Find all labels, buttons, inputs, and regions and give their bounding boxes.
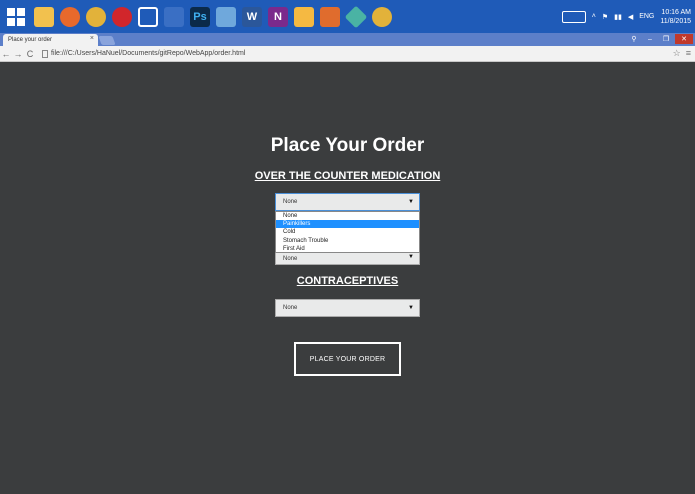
tab-title: Place your order: [8, 37, 53, 43]
page-icon: [42, 49, 48, 58]
network-icon[interactable]: ▮▮: [614, 13, 622, 21]
dropdown-option[interactable]: Cold: [276, 228, 419, 236]
chevron-up-icon[interactable]: ˄: [592, 13, 596, 20]
dropdown-arrow-icon: ▼: [408, 305, 414, 311]
dropdown-arrow-icon: ▼: [408, 254, 414, 260]
tab-close-icon[interactable]: ×: [90, 35, 94, 42]
star-icon[interactable]: ☆: [673, 48, 681, 59]
photoshop-icon[interactable]: Ps: [190, 6, 210, 27]
page-title: Place Your Order: [270, 135, 425, 156]
chrome-alt-icon[interactable]: [372, 6, 392, 27]
browser-tab-bar: Place your order × ⚲ – ❐ ✕: [0, 33, 695, 46]
clock-time: 10:16 AM: [661, 8, 691, 16]
menu-icon[interactable]: ≡: [686, 48, 691, 59]
place-order-button[interactable]: PLACE YOUR ORDER: [294, 342, 401, 376]
onenote-label: N: [274, 10, 282, 23]
dropdown-option[interactable]: First Aid: [276, 245, 419, 253]
flag-icon[interactable]: ⚑: [602, 13, 608, 21]
otc-select-1[interactable]: None ▼: [275, 193, 420, 211]
maximize-icon[interactable]: ❐: [659, 34, 673, 44]
back-arrow-icon[interactable]: ←: [0, 49, 12, 59]
windows-start-icon[interactable]: [4, 5, 28, 29]
word-label: W: [246, 10, 258, 23]
clock-date: 11/8/2015: [660, 17, 691, 25]
page-content: Place Your Order OVER THE COUNTER MEDICA…: [0, 62, 695, 494]
otc-select-1-value: None: [283, 199, 298, 205]
grid-app-icon[interactable]: [320, 6, 340, 27]
photoshop-label: Ps: [193, 10, 207, 23]
opera-icon[interactable]: [112, 6, 132, 27]
vmware-icon[interactable]: [164, 6, 184, 27]
window-controls: ⚲ – ❐ ✕: [627, 34, 693, 44]
user-icon[interactable]: ⚲: [627, 34, 641, 44]
folder-icon[interactable]: [294, 6, 314, 27]
git-icon[interactable]: [344, 5, 368, 28]
chat-icon[interactable]: [216, 6, 236, 27]
otc-dropdown-list: None Painkillers Cold Stomach Trouble Fi…: [275, 211, 420, 253]
word-icon[interactable]: W: [242, 6, 262, 27]
chrome-icon[interactable]: [86, 6, 106, 27]
system-tray: ˄ ⚑ ▮▮ ◀ ENG 10:16 AM 11/8/2015: [561, 0, 695, 33]
dropdown-arrow-icon: ▼: [408, 199, 414, 205]
close-window-icon[interactable]: ✕: [675, 34, 693, 44]
contraceptives-select-value: None: [283, 305, 298, 311]
minimize-icon[interactable]: –: [643, 34, 657, 44]
file-explorer-icon[interactable]: [34, 6, 54, 27]
contraceptives-heading: CONTRACEPTIVES: [296, 275, 399, 287]
language-indicator[interactable]: ENG: [639, 13, 654, 20]
firefox-icon[interactable]: [60, 6, 80, 27]
reload-icon[interactable]: C: [24, 49, 36, 59]
new-tab-button[interactable]: [98, 36, 116, 45]
otc-select-2-value: None: [283, 256, 298, 262]
app-icon[interactable]: [138, 6, 158, 27]
browser-tab[interactable]: Place your order ×: [3, 34, 98, 46]
keyboard-icon[interactable]: [561, 10, 586, 23]
address-bar: ← → C file:///C:/Users/HaNuel/Documents/…: [0, 46, 695, 62]
otc-heading: OVER THE COUNTER MEDICATION: [254, 170, 441, 182]
dropdown-option[interactable]: Stomach Trouble: [276, 237, 419, 245]
dropdown-option[interactable]: Painkillers: [276, 220, 419, 229]
windows-taskbar: Ps W N ˄ ⚑ ▮▮ ◀ ENG 10:16 AM 11/8/2015: [0, 0, 695, 33]
url-text: file:///C:/Users/HaNuel/Documents/gitRep…: [51, 50, 246, 57]
url-field[interactable]: file:///C:/Users/HaNuel/Documents/gitRep…: [42, 49, 246, 58]
volume-icon[interactable]: ◀: [628, 13, 633, 21]
clock[interactable]: 10:16 AM 11/8/2015: [660, 8, 691, 26]
onenote-icon[interactable]: N: [268, 6, 288, 27]
forward-arrow-icon[interactable]: →: [12, 49, 24, 59]
address-bar-actions: ☆ ≡: [673, 48, 691, 59]
dropdown-option[interactable]: None: [276, 212, 419, 220]
contraceptives-select[interactable]: None ▼: [275, 299, 420, 317]
